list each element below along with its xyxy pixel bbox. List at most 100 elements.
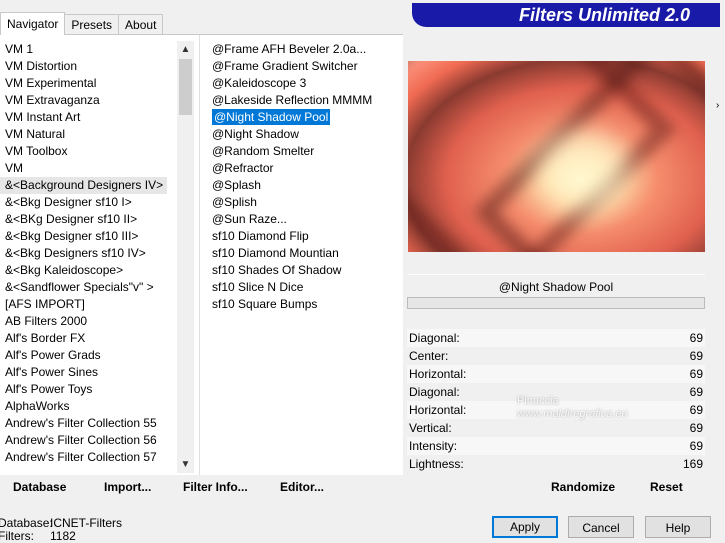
- category-item[interactable]: Andrew's Filter Collection 56: [0, 432, 176, 449]
- category-item[interactable]: &<Bkg Designer sf10 III>: [0, 228, 176, 245]
- category-scrollbar[interactable]: ▲ ▼: [177, 41, 194, 473]
- parameter-value: 69: [689, 367, 703, 381]
- category-list[interactable]: VM 1 VM Distortion VM Experimental VM Extra…: [0, 41, 176, 473]
- filter-preview-image: [408, 61, 705, 252]
- parameter-slider-row[interactable]: Horizontal: 69: [407, 365, 705, 383]
- filter-item[interactable]: @Kaleidoscope 3: [206, 75, 400, 92]
- database-button[interactable]: Database: [13, 480, 66, 494]
- parameter-label: Horizontal:: [409, 403, 467, 417]
- filter-item[interactable]: sf10 Shades Of Shadow: [206, 262, 400, 279]
- category-item-label: Alf's Power Sines: [5, 365, 98, 379]
- category-item[interactable]: &<Background Designers IV>: [0, 177, 176, 194]
- cancel-button[interactable]: Cancel: [568, 516, 634, 538]
- category-item-label: Andrew's Filter Collection 57: [5, 450, 157, 464]
- filter-item[interactable]: @Lakeside Reflection MMMM: [206, 92, 400, 109]
- category-item[interactable]: Andrew's Filter Collection 57: [0, 449, 176, 466]
- filter-item[interactable]: sf10 Diamond Flip: [206, 228, 400, 245]
- status-filters-value: 1182: [50, 529, 76, 543]
- parameter-label: Horizontal:: [409, 367, 467, 381]
- randomize-button[interactable]: Randomize: [551, 480, 615, 494]
- category-item[interactable]: VM: [0, 160, 176, 177]
- app-banner-title: Filters Unlimited 2.0: [412, 3, 720, 27]
- category-item[interactable]: VM 1: [0, 41, 176, 58]
- parameter-slider-row[interactable]: Diagonal: 69: [407, 329, 705, 347]
- category-item-label: VM Experimental: [5, 76, 97, 90]
- filter-item[interactable]: @Sun Raze...: [206, 211, 400, 228]
- filter-item-label: @Night Shadow: [212, 127, 299, 141]
- category-item[interactable]: Andrew's Filter Collection 55: [0, 415, 176, 432]
- category-item[interactable]: AB Filters 2000: [0, 313, 176, 330]
- filter-item-label: @Kaleidoscope 3: [212, 76, 307, 90]
- category-item-label: VM Toolbox: [5, 144, 68, 158]
- category-item[interactable]: &<Bkg Kaleidoscope>: [0, 262, 176, 279]
- filter-item[interactable]: @Splash: [206, 177, 400, 194]
- parameter-label: Vertical:: [409, 421, 452, 435]
- parameter-value: 69: [689, 439, 703, 453]
- parameter-slider-row[interactable]: Center: 69: [407, 347, 705, 365]
- category-item[interactable]: &<Bkg Designers sf10 IV>: [0, 245, 176, 262]
- filter-list[interactable]: @Frame AFH Beveler 2.0a... @Frame Gradien…: [206, 41, 400, 473]
- status-database: Database: ICNET-Filters: [0, 516, 122, 530]
- preview-glow: [538, 131, 628, 211]
- reset-button[interactable]: Reset: [650, 480, 683, 494]
- import-button[interactable]: Import...: [104, 480, 151, 494]
- category-item-label: &<Background Designers IV>: [0, 177, 168, 194]
- category-item[interactable]: Alf's Power Sines: [0, 364, 176, 381]
- category-item[interactable]: VM Distortion: [0, 58, 176, 75]
- watermark: Pinuccia www.maldiregrafica.eu: [517, 395, 628, 421]
- filter-item[interactable]: sf10 Diamond Mountian: [206, 245, 400, 262]
- category-item-label: &<Bkg Designers sf10 IV>: [5, 246, 146, 260]
- category-item[interactable]: VM Toolbox: [0, 143, 176, 160]
- filter-item[interactable]: sf10 Slice N Dice: [206, 279, 400, 296]
- filter-item[interactable]: @Frame AFH Beveler 2.0a...: [206, 41, 400, 58]
- category-item-label: &<Bkg Designer sf10 I>: [5, 195, 132, 209]
- category-item[interactable]: &<BKg Designer sf10 II>: [0, 211, 176, 228]
- category-item-label: Alf's Power Toys: [5, 382, 93, 396]
- category-item[interactable]: Alf's Power Grads: [0, 347, 176, 364]
- tab-navigator[interactable]: Navigator: [0, 12, 66, 35]
- filter-item[interactable]: @Night Shadow Pool: [206, 109, 400, 126]
- filter-item-label: @Refractor: [212, 161, 274, 175]
- filter-item[interactable]: @Refractor: [206, 160, 400, 177]
- parameter-slider-row[interactable]: Intensity: 69: [407, 437, 705, 455]
- category-item[interactable]: Alf's Border FX: [0, 330, 176, 347]
- category-item[interactable]: VM Experimental: [0, 75, 176, 92]
- scroll-thumb[interactable]: [179, 59, 192, 115]
- category-item-label: AlphaWorks: [5, 399, 70, 413]
- scroll-up-arrow-icon[interactable]: ▲: [177, 41, 194, 58]
- help-button[interactable]: Help: [645, 516, 711, 538]
- category-item-label: &<Bkg Kaleidoscope>: [5, 263, 124, 277]
- filter-item-label: @Sun Raze...: [212, 212, 287, 226]
- category-item[interactable]: VM Instant Art: [0, 109, 176, 126]
- filter-item-label: sf10 Slice N Dice: [212, 280, 304, 294]
- filter-item[interactable]: @Frame Gradient Switcher: [206, 58, 400, 75]
- filter-item[interactable]: sf10 Square Bumps: [206, 296, 400, 313]
- progress-bar: [407, 297, 705, 309]
- category-item[interactable]: VM Extravaganza: [0, 92, 176, 109]
- status-filters: Filters: 1182: [0, 529, 76, 543]
- parameter-value: 169: [682, 457, 703, 471]
- category-item[interactable]: &<Bkg Designer sf10 I>: [0, 194, 176, 211]
- scroll-down-arrow-icon[interactable]: ▼: [177, 456, 194, 473]
- category-item-label: VM Instant Art: [5, 110, 81, 124]
- filter-item-label: sf10 Diamond Mountian: [212, 246, 339, 260]
- tab-about[interactable]: About: [118, 14, 164, 35]
- status-database-value: ICNET-Filters: [50, 516, 122, 530]
- category-item[interactable]: Alf's Power Toys: [0, 381, 176, 398]
- category-item[interactable]: [AFS IMPORT]: [0, 296, 176, 313]
- parameter-slider-row[interactable]: Vertical: 69: [407, 419, 705, 437]
- category-item-label: &<BKg Designer sf10 II>: [5, 212, 138, 226]
- tab-presets[interactable]: Presets: [64, 14, 120, 35]
- filter-info-button[interactable]: Filter Info...: [183, 480, 248, 494]
- editor-button[interactable]: Editor...: [280, 480, 324, 494]
- apply-button[interactable]: Apply: [492, 516, 558, 538]
- filter-item-label: @Splash: [212, 178, 261, 192]
- filter-item[interactable]: @Night Shadow: [206, 126, 400, 143]
- category-item[interactable]: AlphaWorks: [0, 398, 176, 415]
- status-filters-label: Filters:: [0, 529, 34, 543]
- category-item[interactable]: &<Sandflower Specials"v" >: [0, 279, 176, 296]
- category-item[interactable]: VM Natural: [0, 126, 176, 143]
- parameter-slider-row[interactable]: Lightness: 169: [407, 455, 705, 473]
- filter-item[interactable]: @Splish: [206, 194, 400, 211]
- filter-item[interactable]: @Random Smelter: [206, 143, 400, 160]
